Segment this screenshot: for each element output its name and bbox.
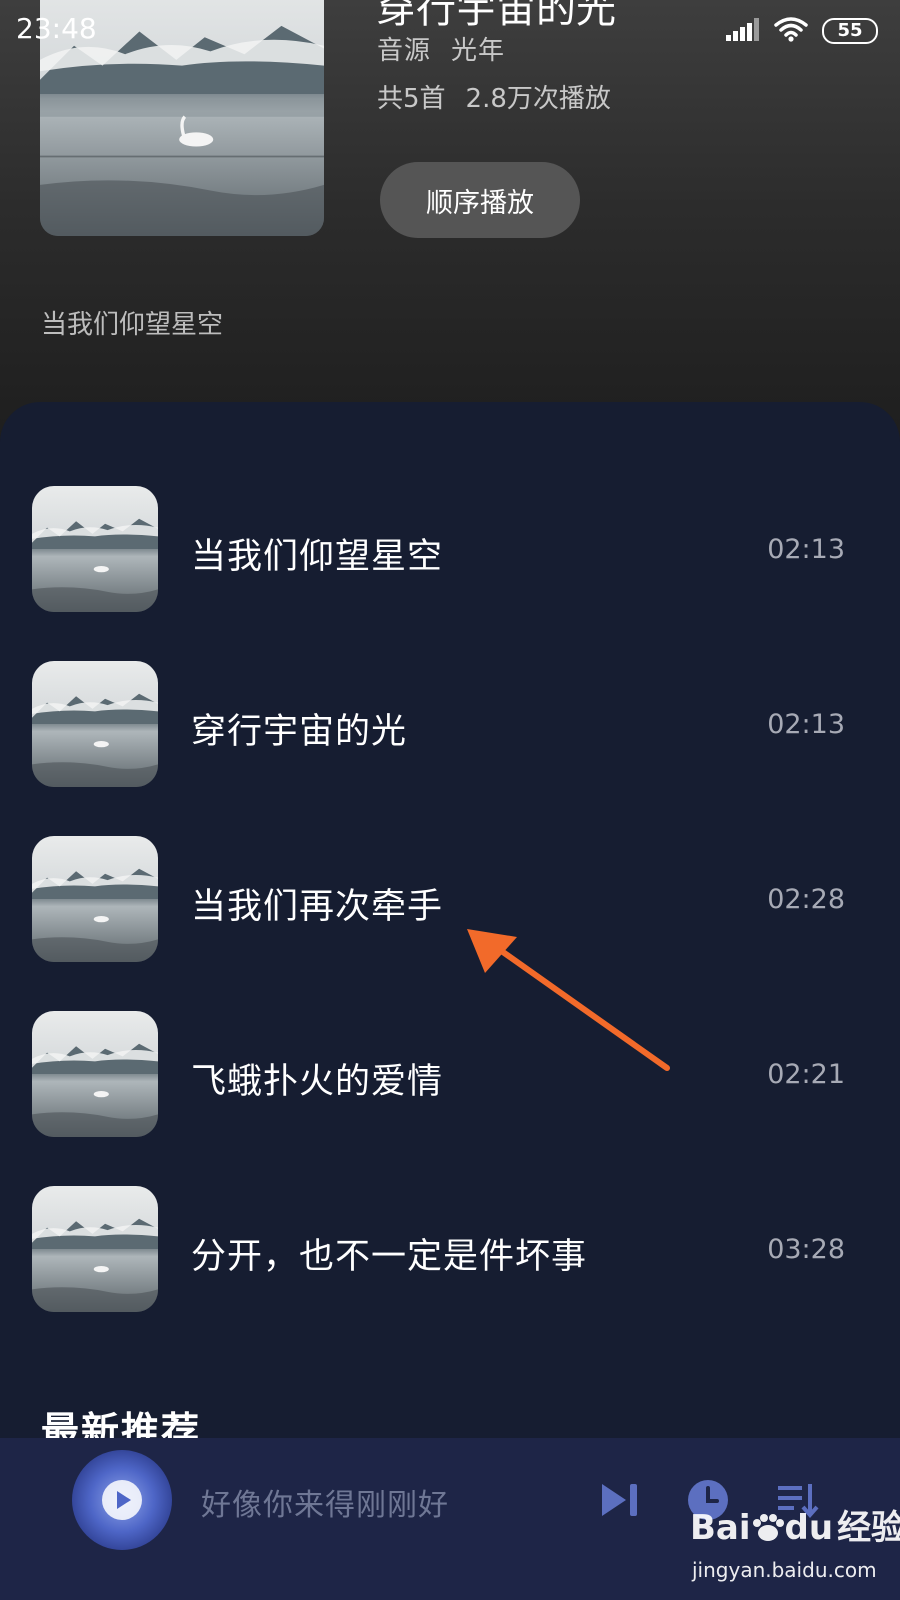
track-thumbnail: [32, 836, 158, 962]
track-duration: 02:21: [767, 1059, 845, 1090]
track-duration: 02:13: [767, 709, 845, 740]
track-thumbnail: [32, 1186, 158, 1312]
track-row[interactable]: 当我们再次牵手 02:28: [0, 836, 900, 964]
play-count: 2.8万次播放: [465, 84, 611, 114]
track-title: 飞蛾扑火的爱情: [191, 1062, 444, 1102]
wifi-icon: [774, 16, 808, 46]
play-icon[interactable]: [102, 1480, 142, 1520]
track-title: 当我们再次牵手: [191, 887, 444, 927]
track-row[interactable]: 分开，也不一定是件坏事 03:28: [0, 1186, 900, 1314]
status-icons: 55: [726, 16, 878, 46]
watermark-url: jingyan.baidu.com: [692, 1558, 877, 1582]
track-title: 穿行宇宙的光: [191, 712, 408, 752]
paw-icon: [752, 1514, 784, 1541]
track-row[interactable]: 当我们仰望星空 02:13: [0, 486, 900, 614]
annotation-arrow-icon: [467, 929, 670, 1071]
album-stats: 共5首 2.8万次播放: [377, 78, 611, 115]
source-label: 音源: [377, 36, 432, 66]
track-title: 分开，也不一定是件坏事: [191, 1237, 588, 1277]
source-value[interactable]: 光年: [451, 36, 505, 66]
player-disc-cover[interactable]: [72, 1450, 172, 1550]
track-thumbnail: [32, 1011, 158, 1137]
track-thumbnail: [32, 486, 158, 612]
track-duration: 02:13: [767, 534, 845, 565]
track-row[interactable]: 飞蛾扑火的爱情 02:21: [0, 1011, 900, 1139]
skip-next-icon[interactable]: [596, 1476, 644, 1524]
track-title: 当我们仰望星空: [191, 537, 444, 577]
now-playing-title[interactable]: 好像你来得刚刚好: [201, 1480, 449, 1524]
battery-icon: 55: [822, 18, 878, 44]
album-header: 穿行宇宙的光 23:48 55 音源 光年 共5首 2.8万次播放 顺序播放 当…: [0, 0, 900, 460]
track-duration: 02:28: [767, 884, 845, 915]
track-thumbnail: [32, 661, 158, 787]
track-count: 共5首: [377, 84, 446, 114]
signal-icon: [726, 17, 760, 45]
track-row[interactable]: 穿行宇宙的光 02:13: [0, 661, 900, 789]
status-time: 23:48: [16, 12, 97, 45]
sequential-play-button[interactable]: 顺序播放: [380, 162, 580, 238]
album-source: 音源 光年: [377, 30, 505, 67]
album-description: 当我们仰望星空: [41, 310, 224, 340]
watermark-brand: Bai du 经验: [690, 1508, 900, 1548]
track-duration: 03:28: [767, 1234, 845, 1265]
baidu-watermark: Bai du 经验 jingyan.baidu.com: [688, 1500, 900, 1596]
